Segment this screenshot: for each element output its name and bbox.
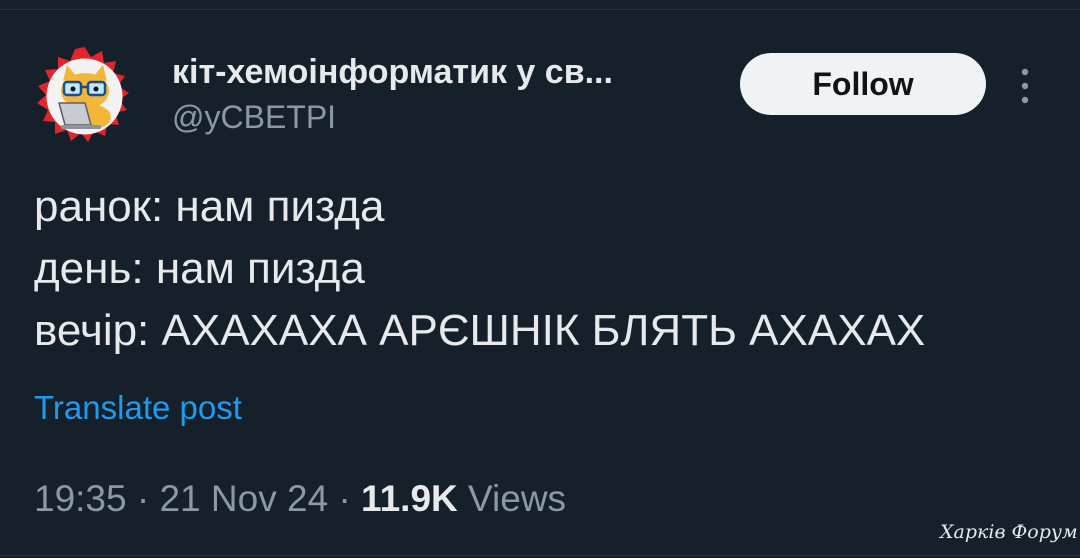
more-vertical-icon[interactable] [1010,64,1040,108]
meta-separator: · [136,478,150,519]
tweet-meta: 19:35 · 21 Nov 24 · 11.9K Views [34,476,566,522]
tweet-line: ранок: нам пизда [34,182,385,231]
views-count[interactable]: 11.9K [361,478,458,519]
cat-avatar-icon [37,47,129,142]
views-label: Views [468,478,567,519]
author-avatar[interactable] [33,45,136,148]
top-divider [0,0,1080,10]
tweet-line: вечір: АХАХАХА АРЄШНІК БЛЯТЬ АХАХАХ [34,306,926,355]
tweet-line: день: нам пизда [34,244,365,293]
author-display-name[interactable]: кіт-хемоінформатик у св... [172,52,613,92]
follow-button[interactable]: Follow [740,53,986,115]
tweet-time[interactable]: 19:35 [34,478,127,519]
meta-separator: · [338,478,351,519]
translate-post-link[interactable]: Translate post [34,387,242,429]
tweet-date[interactable]: 21 Nov 24 [159,478,328,519]
author-handle[interactable]: @уСВЕТРІ [172,97,336,137]
watermark: Харків Форум [940,521,1078,543]
bottom-divider [0,555,1080,556]
tweet-body: ранок: нам пизда день: нам пизда вечір: … [34,176,925,362]
